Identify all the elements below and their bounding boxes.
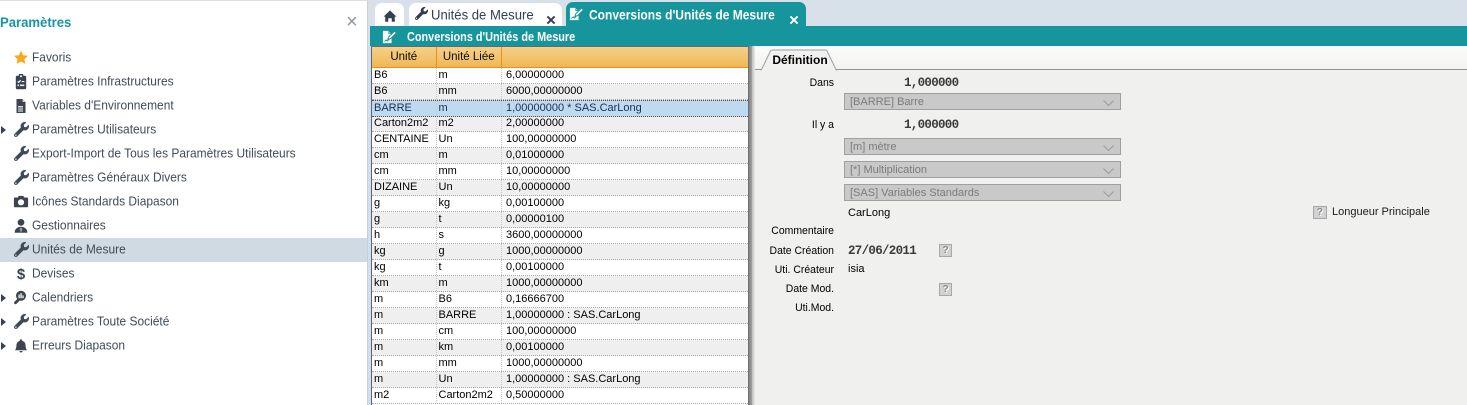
svg-text:$: $: [17, 266, 26, 282]
